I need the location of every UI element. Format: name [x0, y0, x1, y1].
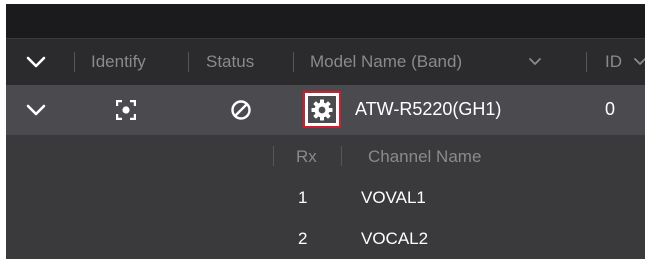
device-list-panel: Identify Status Model Name (Band) ID ATW… — [6, 4, 645, 259]
status-disabled-icon — [231, 100, 251, 120]
model-name-sort-chevron-icon[interactable] — [528, 57, 542, 67]
channel-subheader-row: Rx Channel Name — [6, 135, 645, 177]
channel-name: VOVAL1 — [361, 188, 426, 207]
channel-rx-number: 1 — [298, 188, 308, 207]
column-header-identify[interactable]: Identify — [91, 52, 146, 72]
expand-device-chevron-icon[interactable] — [26, 103, 46, 117]
channel-name: VOCAL2 — [361, 229, 429, 248]
channel-rx-number: 2 — [298, 229, 308, 248]
column-divider — [341, 146, 342, 166]
device-settings-button[interactable] — [303, 91, 341, 128]
column-divider — [74, 52, 75, 72]
column-divider — [586, 52, 587, 72]
channel-row[interactable]: 2 VOCAL2 — [6, 218, 645, 259]
collapse-all-chevron-icon[interactable] — [26, 55, 46, 69]
device-model-name: ATW-R5220(GH1) — [355, 99, 502, 119]
device-id: 0 — [605, 99, 616, 119]
device-row[interactable]: ATW-R5220(GH1) 0 — [6, 85, 645, 135]
device-settings-button-face — [308, 96, 336, 123]
gear-icon — [311, 99, 333, 121]
column-divider — [188, 52, 189, 72]
column-header-row: Identify Status Model Name (Band) ID — [6, 38, 645, 86]
top-toolbar-strip — [6, 4, 645, 38]
column-header-model-name[interactable]: Model Name (Band) — [310, 52, 462, 72]
identify-icon[interactable] — [116, 100, 136, 120]
column-header-id[interactable]: ID — [605, 52, 622, 72]
column-header-status[interactable]: Status — [206, 52, 254, 72]
column-divider — [273, 146, 274, 166]
column-header-rx: Rx — [296, 147, 317, 166]
column-divider — [293, 52, 294, 72]
column-header-channel-name: Channel Name — [368, 147, 482, 166]
id-sort-chevron-icon[interactable] — [633, 57, 645, 67]
channel-row[interactable]: 1 VOVAL1 — [6, 177, 645, 218]
